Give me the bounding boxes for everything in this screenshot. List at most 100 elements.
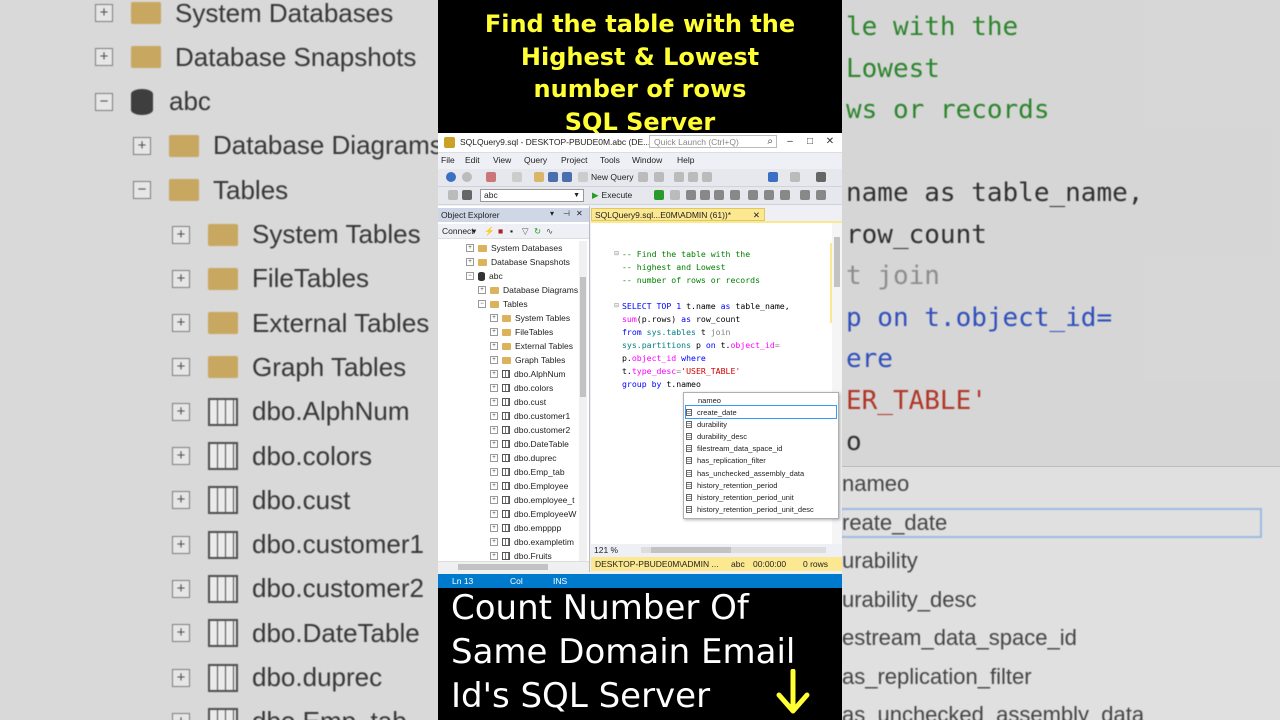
code-line[interactable]: sum(p.rows) as row_count (622, 314, 740, 324)
menu-help[interactable]: Help (677, 155, 694, 165)
tree-node[interactable]: + dbo.customer2 (490, 423, 570, 437)
menu-edit[interactable]: Edit (465, 155, 480, 165)
tree-node[interactable]: + dbo.cust (490, 395, 546, 409)
code-line[interactable]: p.object_id where (622, 353, 706, 363)
intellisense-item[interactable]: history_retention_period (686, 479, 836, 491)
back-icon[interactable] (446, 172, 456, 182)
tree-node[interactable]: − abc (466, 269, 503, 283)
expand-icon[interactable]: + (490, 524, 498, 532)
expand-icon[interactable]: + (490, 468, 498, 476)
editor-hscroll-thumb[interactable] (651, 547, 731, 553)
execute-button[interactable]: ▶ Execute (592, 190, 632, 201)
tree-node[interactable]: + dbo.employee_t (490, 493, 575, 507)
tab-sqlquery9[interactable]: SQLQuery9.sql...E0M\ADMIN (61))* ✕ (591, 208, 765, 221)
expand-icon[interactable]: + (478, 286, 486, 294)
tree-node[interactable]: + dbo.customer1 (490, 409, 570, 423)
change-connection-icon[interactable] (462, 190, 472, 200)
expand-icon[interactable]: + (490, 510, 498, 518)
new-project-icon[interactable] (486, 172, 496, 182)
intellisense-item[interactable]: create_date (685, 405, 837, 419)
expand-icon[interactable]: + (490, 370, 498, 378)
new-query-icon[interactable] (578, 172, 588, 182)
code-line[interactable]: -- number of rows or records (622, 275, 760, 285)
new-file-icon[interactable] (512, 172, 522, 182)
forward-icon[interactable] (462, 172, 472, 182)
tree-node[interactable]: + dbo.Fruits (490, 549, 552, 561)
save-all-icon[interactable] (562, 172, 572, 182)
query-icon[interactable] (638, 172, 648, 182)
include-plan-icon[interactable] (730, 190, 740, 200)
tree-node[interactable]: + dbo.colors (490, 381, 553, 395)
tree-node[interactable]: + dbo.exampletim (490, 535, 574, 549)
connect-server-icon[interactable]: ⚡ (484, 226, 495, 237)
expand-icon[interactable]: + (490, 496, 498, 504)
tree-node[interactable]: + dbo.duprec (490, 451, 557, 465)
intellisense-item[interactable]: durability (686, 418, 836, 430)
comment-icon[interactable] (800, 190, 810, 200)
search-icon[interactable]: ⌕ (767, 135, 773, 148)
connect-icon[interactable] (448, 190, 458, 200)
undo-icon[interactable] (768, 172, 778, 182)
disconnect-icon[interactable]: ■ (498, 226, 503, 236)
menu-query[interactable]: Query (524, 155, 547, 165)
display-plan-icon[interactable] (686, 190, 696, 200)
expand-icon[interactable]: + (490, 552, 498, 560)
new-query-button[interactable]: New Query (591, 172, 634, 182)
database-selector[interactable]: abc ▼ (480, 189, 584, 202)
query-options-icon[interactable] (700, 190, 710, 200)
expand-icon[interactable]: + (490, 426, 498, 434)
expand-icon[interactable]: + (490, 454, 498, 462)
code-line[interactable]: sys.partitions p on t.object_id= (622, 340, 780, 350)
parse-check-icon[interactable] (654, 190, 664, 200)
expand-icon[interactable]: + (490, 440, 498, 448)
tree-node[interactable]: + System Tables (490, 311, 570, 325)
expand-icon[interactable]: + (490, 412, 498, 420)
intellisense-item[interactable]: filestream_data_space_id (686, 443, 836, 455)
expand-icon[interactable]: + (490, 356, 498, 364)
pin-menu-icon[interactable]: ▾ (550, 209, 554, 218)
open-file-icon[interactable] (534, 172, 544, 182)
filter-icon[interactable]: ▽ (522, 226, 529, 237)
uncomment-icon[interactable] (816, 190, 826, 200)
tree-node[interactable]: + dbo.Emp_tab (490, 465, 565, 479)
tree-node[interactable]: + Database Diagrams (478, 283, 578, 297)
menu-file[interactable]: File (441, 155, 455, 165)
chevron-down-icon[interactable]: ▾ (472, 226, 476, 237)
collapse-icon[interactable]: − (478, 300, 486, 308)
code-line[interactable]: group by t.nameo (622, 379, 701, 389)
mdx-icon[interactable] (654, 172, 664, 182)
cut-icon[interactable] (674, 172, 684, 182)
quick-launch-input[interactable]: Quick Launch (Ctrl+Q) ⌕ (649, 135, 777, 148)
tree-node[interactable]: + dbo.Employee (490, 479, 568, 493)
tree-node[interactable]: + External Tables (490, 339, 573, 353)
paste-icon[interactable] (702, 172, 712, 182)
expand-icon[interactable]: + (490, 482, 498, 490)
zoom-selector[interactable]: 121 % (594, 545, 618, 555)
expand-icon[interactable]: + (490, 384, 498, 392)
menu-tools[interactable]: Tools (600, 155, 620, 165)
expand-icon[interactable]: + (490, 328, 498, 336)
tree-node[interactable]: − Tables (478, 297, 528, 311)
object-explorer-hscrollbar[interactable] (438, 561, 589, 572)
refresh-icon[interactable]: ↻ (534, 226, 541, 237)
fold-toggle-icon[interactable]: ⊟ (614, 302, 619, 309)
intellisense-item[interactable]: history_retention_period_unit (686, 491, 836, 503)
code-line[interactable]: SELECT TOP 1 t.name as table_name, (622, 301, 790, 311)
intellisense-item[interactable]: has_unchecked_assembly_data (686, 467, 836, 479)
connect-dropdown[interactable]: Connect (442, 226, 474, 236)
expand-icon[interactable]: + (490, 342, 498, 350)
scroll-thumb[interactable] (580, 277, 586, 397)
tree-node[interactable]: + System Databases (466, 241, 562, 255)
menu-project[interactable]: Project (561, 155, 587, 165)
pin-icon[interactable]: ⊣ (563, 209, 570, 218)
intellisense-dropdown[interactable]: nameo create_date durability durability_de… (683, 392, 839, 519)
code-line[interactable]: from sys.tables t join (622, 327, 730, 337)
minimize-button[interactable]: – (784, 135, 796, 148)
tree-node[interactable]: + Graph Tables (490, 353, 565, 367)
expand-icon[interactable]: + (490, 314, 498, 322)
cancel-query-icon[interactable] (670, 190, 680, 200)
tree-node[interactable]: + dbo.AlphNum (490, 367, 566, 381)
intellisense-item[interactable]: history_retention_period_unit_desc (686, 504, 836, 516)
close-tab-icon[interactable]: ✕ (753, 209, 760, 221)
tree-node[interactable]: + dbo.empppp (490, 521, 561, 535)
